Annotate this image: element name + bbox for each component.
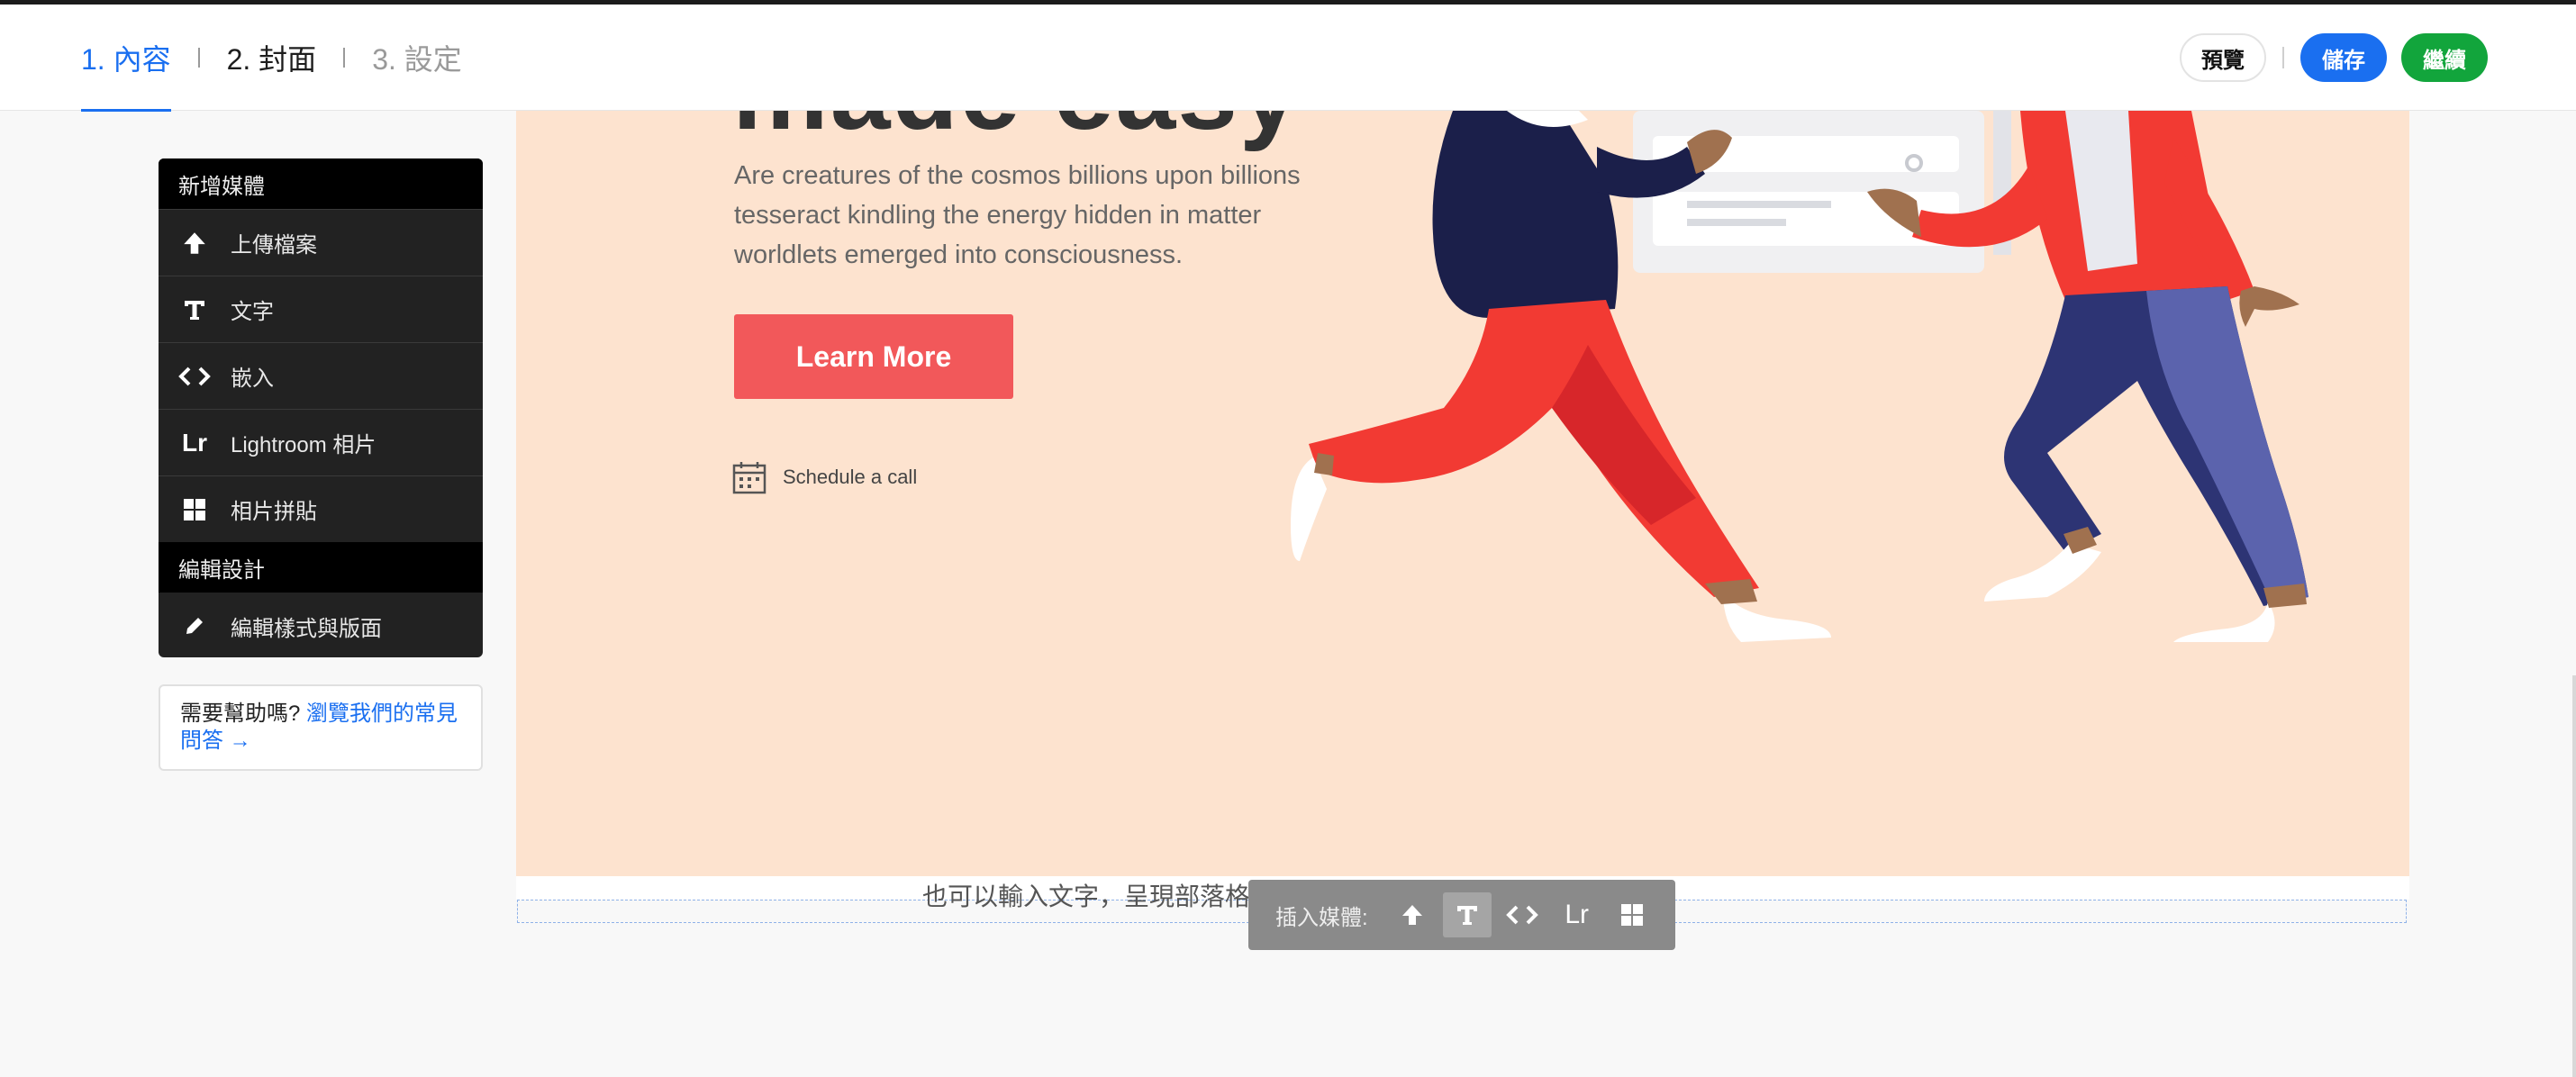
text-icon xyxy=(1456,906,1477,925)
insert-media-label: 插入媒體: xyxy=(1275,905,1368,930)
step-divider xyxy=(197,48,200,68)
toolbar-lightroom-button[interactable]: Lr xyxy=(1553,892,1601,937)
sidebar-item-photo-grid[interactable]: 相片拼貼 xyxy=(159,475,483,542)
sidebar-item-label: 嵌入 xyxy=(231,367,274,391)
help-box: 需要幫助嗎? 瀏覽我們的常見問答 → xyxy=(159,684,483,771)
header-actions: 預覽 儲存 繼續 xyxy=(2180,5,2488,111)
add-media-heading: 新增媒體 xyxy=(159,158,483,209)
tab-cover[interactable]: 2. 封面 xyxy=(227,5,317,111)
step-divider xyxy=(343,48,346,68)
editor-header: 1. 內容 2. 封面 3. 設定 預覽 儲存 繼續 xyxy=(0,5,2576,112)
edit-design-heading: 編輯設計 xyxy=(159,542,483,593)
embed-icon xyxy=(159,365,231,388)
sidebar-item-label: Lightroom 相片 xyxy=(231,433,376,457)
help-text: 需要幫助嗎? xyxy=(180,701,301,726)
lightroom-icon: Lr xyxy=(1565,900,1590,929)
sidebar-item-upload[interactable]: 上傳檔案 xyxy=(159,209,483,276)
toolbar-text-button[interactable] xyxy=(1442,892,1492,937)
header-divider xyxy=(2282,47,2284,68)
toolbar-upload-button[interactable] xyxy=(1388,892,1437,937)
preview-button[interactable]: 預覽 xyxy=(2180,33,2266,82)
sidebar-item-embed[interactable]: 嵌入 xyxy=(159,342,483,409)
add-media-panel: 新增媒體 上傳檔案 文字 嵌入 Lr Lightroom 相片 相片拼貼 編輯設… xyxy=(159,158,483,657)
upload-icon xyxy=(1401,905,1422,925)
sidebar-item-lightroom[interactable]: Lr Lightroom 相片 xyxy=(159,409,483,475)
grid-icon xyxy=(159,497,231,522)
continue-button[interactable]: 繼續 xyxy=(2401,33,2488,82)
running-people-illustration xyxy=(1291,111,2308,642)
embed-icon xyxy=(1505,905,1538,925)
toolbar-grid-button[interactable] xyxy=(1608,892,1656,937)
pencil-icon xyxy=(159,614,231,638)
cover-preview[interactable]: made easy Are creatures of the cosmos bi… xyxy=(516,111,2409,876)
insert-media-toolbar: 插入媒體: Lr xyxy=(1248,880,1675,950)
sidebar-item-edit-style[interactable]: 編輯樣式與版面 xyxy=(159,593,483,657)
sidebar-item-label: 相片拼貼 xyxy=(231,500,317,524)
step-tabs: 1. 內容 2. 封面 3. 設定 xyxy=(81,5,462,112)
text-icon xyxy=(159,297,231,322)
grid-icon xyxy=(1620,904,1643,926)
lightroom-icon: Lr xyxy=(182,428,207,457)
upload-icon xyxy=(159,230,231,257)
tab-settings[interactable]: 3. 設定 xyxy=(372,5,462,111)
sidebar-item-label: 文字 xyxy=(231,300,274,324)
tab-content[interactable]: 1. 內容 xyxy=(81,5,171,112)
sidebar-item-label: 編輯樣式與版面 xyxy=(231,616,382,641)
sidebar-item-label: 上傳檔案 xyxy=(231,233,317,258)
page-scrollbar[interactable] xyxy=(2572,675,2576,1077)
sidebar-item-text[interactable]: 文字 xyxy=(159,276,483,342)
toolbar-embed-button[interactable] xyxy=(1498,892,1547,937)
save-button[interactable]: 儲存 xyxy=(2300,33,2387,82)
